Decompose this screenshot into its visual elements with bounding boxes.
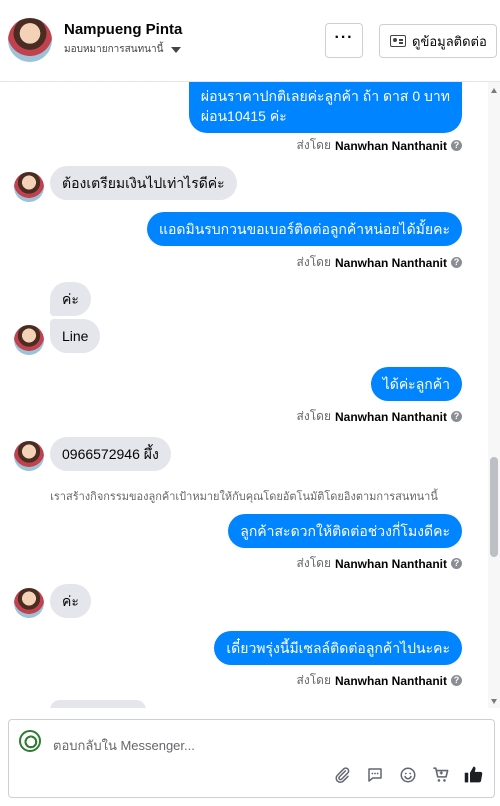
sent-by-label: ส่งโดย Nanwhan Nanthanit ? [297,671,462,690]
contact-avatar-small [14,588,44,618]
help-icon[interactable]: ? [451,558,462,569]
sent-by-prefix: ส่งโดย [296,409,331,423]
contact-avatar-small [14,441,44,471]
outgoing-message[interactable]: ได้ค่ะลูกค้า [370,367,462,401]
sent-by-prefix: ส่งโดย [296,556,331,570]
sent-by-prefix: ส่งโดย [296,138,331,152]
composer-toolbar [331,764,484,785]
page-avatar-icon [19,730,41,752]
view-contact-info-label: ดูข้อมูลติดต่อ [412,33,487,49]
incoming-message[interactable]: ต้องเตรียมเงินไปเท่าไรดีค่ะ [50,166,237,200]
incoming-message[interactable]: ค่ะ [50,584,91,618]
sender-name: Nanwhan Nanthanit [334,138,447,153]
incoming-message[interactable]: ค่ะ [50,282,91,316]
contact-avatar-small [14,325,44,355]
sender-name: Nanwhan Nanthanit [334,673,447,688]
incoming-message[interactable]: 0966572946 ผึ้ง [50,437,171,471]
assign-conversation-dropdown[interactable]: มอบหมายการสนทนานี้ [64,42,182,57]
sent-by-prefix: ส่งโดย [296,255,331,269]
more-options-button[interactable]: ··· [325,23,363,58]
incoming-message[interactable]: Line [50,319,101,353]
sender-name: Nanwhan Nanthanit [334,409,447,424]
contact-card-icon [390,35,406,47]
contact-name[interactable]: Nampueng Pinta [64,21,182,38]
automation-notice: เราสร้างกิจกรรมของลูกค้าเป้าหมายให้กับคุ… [50,491,438,503]
sender-name: Nanwhan Nanthanit [334,255,447,270]
message-scrollbar[interactable] [488,82,500,708]
view-contact-info-button[interactable]: ดูข้อมูลติดต่อ [379,24,497,58]
ellipsis-icon: ··· [334,28,354,46]
assign-label: มอบหมายการสนทนานี้ [64,44,164,55]
outgoing-message[interactable]: ลูกค้าสะดวกให้ติดต่อช่วงกี่โมงดีคะ [228,514,462,548]
sender-name: Nanwhan Nanthanit [334,556,447,571]
reply-input[interactable]: ตอบกลับใน Messenger... [53,735,195,756]
message-list[interactable]: ผ่อนราคาปกติเลยค่ะลูกค้า ถ้า ดาส 0 บาท ผ… [0,82,488,708]
sent-by-label: ส่งโดย Nanwhan Nanthanit ? [297,407,462,426]
scroll-up-icon[interactable] [491,88,497,93]
sent-by-label: ส่งโดย Nanwhan Nanthanit ? [297,253,462,272]
scroll-down-icon[interactable] [491,699,497,704]
incoming-message-partial [50,700,146,708]
emoji-icon[interactable] [397,764,418,785]
scroll-thumb[interactable] [490,457,498,557]
outgoing-message[interactable]: เดี๋ยวพรุ่งนี้มีเซลล์ติดต่อลูกค้าไปนะคะ [214,631,462,665]
attach-icon[interactable] [331,764,352,785]
help-icon[interactable]: ? [451,675,462,686]
sent-by-prefix: ส่งโดย [296,673,331,687]
outgoing-message[interactable]: แอดมินรบกวนขอเบอร์ติดต่อลูกค้าหน่อยได้มั… [146,212,462,246]
like-icon[interactable] [463,764,484,785]
help-icon[interactable]: ? [451,140,462,151]
help-icon[interactable]: ? [451,257,462,268]
help-icon[interactable]: ? [451,411,462,422]
sent-by-label: ส่งโดย Nanwhan Nanthanit ? [297,554,462,573]
caret-down-icon [171,46,182,53]
saved-reply-icon[interactable] [364,764,385,785]
contact-avatar[interactable] [8,18,52,62]
message-line: ผ่อน10415 ค่ะ [200,108,287,124]
conversation-header: Nampueng Pinta มอบหมายการสนทนานี้ ··· ดู… [0,0,500,82]
sent-by-label: ส่งโดย Nanwhan Nanthanit ? [297,136,462,155]
message-line: ผ่อนราคาปกติเลยค่ะลูกค้า ถ้า ดาส 0 บาท [200,88,450,104]
contact-avatar-small [14,172,44,202]
cart-icon[interactable] [430,764,451,785]
reply-composer[interactable]: ตอบกลับใน Messenger... [8,719,495,798]
outgoing-message[interactable]: ผ่อนราคาปกติเลยค่ะลูกค้า ถ้า ดาส 0 บาท ผ… [188,82,462,133]
